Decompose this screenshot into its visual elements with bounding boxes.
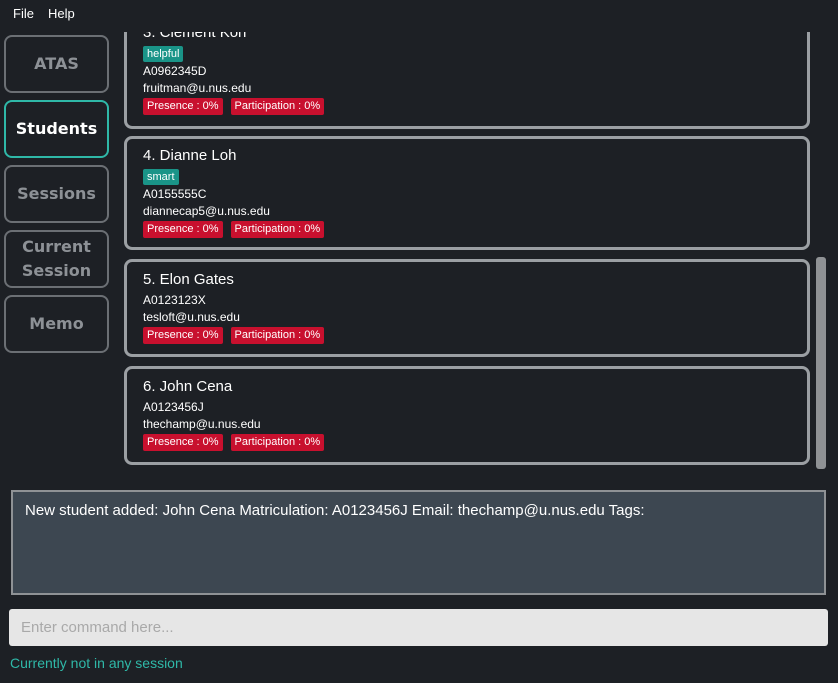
student-name: 3. Clement Koh [143, 32, 247, 41]
student-matric: A0123456J [143, 400, 204, 414]
sidebar-students-button[interactable]: Students [4, 100, 109, 158]
menu-file[interactable]: File [0, 6, 44, 21]
student-name: 5. Elon Gates [143, 271, 234, 288]
sidebar-atas-button[interactable]: ATAS [4, 35, 109, 93]
student-matric: A0155555C [143, 187, 207, 201]
sidebar-current-session-button[interactable]: Current Session [4, 230, 109, 288]
student-email: fruitman@u.nus.edu [143, 81, 252, 95]
participation-badge: Participation : 0% [230, 98, 325, 115]
student-card[interactable]: 4. Dianne Loh smart A0155555C diannecap5… [124, 136, 810, 250]
student-tag: helpful [143, 46, 184, 62]
student-matric: A0962345D [143, 64, 207, 78]
session-status: Currently not in any session [10, 655, 183, 671]
list-scrollbar-thumb[interactable] [816, 257, 826, 469]
student-card[interactable]: 6. John Cena A0123456J thechamp@u.nus.ed… [124, 366, 810, 465]
presence-badge: Presence : 0% [143, 98, 223, 115]
student-name: 6. John Cena [143, 378, 233, 395]
sidebar-memo-button[interactable]: Memo [4, 295, 109, 353]
student-email: diannecap5@u.nus.edu [143, 204, 270, 218]
menu-bar: File Help [0, 0, 838, 26]
result-display: New student added: John Cena Matriculati… [11, 490, 826, 595]
student-tag: smart [143, 169, 179, 185]
student-name: 4. Dianne Loh [143, 147, 237, 164]
participation-badge: Participation : 0% [230, 327, 325, 344]
participation-badge: Participation : 0% [230, 221, 325, 238]
command-input[interactable] [9, 609, 828, 646]
presence-badge: Presence : 0% [143, 327, 223, 344]
student-card[interactable]: 3. Clement Koh helpful A0962345D fruitma… [124, 32, 810, 129]
presence-badge: Presence : 0% [143, 221, 223, 238]
result-text: New student added: John Cena Matriculati… [25, 502, 645, 519]
participation-badge: Participation : 0% [230, 434, 325, 451]
student-matric: A0123123X [143, 293, 206, 307]
student-card[interactable]: 5. Elon Gates A0123123X tesloft@u.nus.ed… [124, 259, 810, 357]
menu-help[interactable]: Help [44, 6, 85, 21]
student-list: 3. Clement Koh helpful A0962345D fruitma… [122, 32, 828, 472]
presence-badge: Presence : 0% [143, 434, 223, 451]
sidebar-sessions-button[interactable]: Sessions [4, 165, 109, 223]
student-email: tesloft@u.nus.edu [143, 310, 240, 324]
student-email: thechamp@u.nus.edu [143, 417, 261, 431]
